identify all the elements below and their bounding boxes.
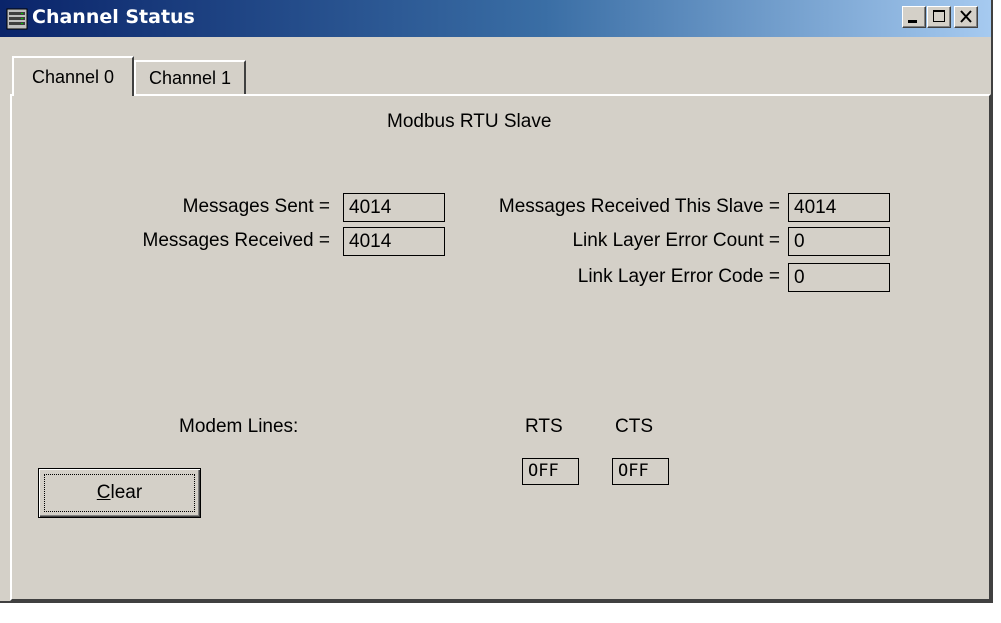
window-title: Channel Status (32, 6, 195, 28)
messages-sent-label: Messages Sent = (182, 196, 330, 217)
tab-channel-0[interactable]: Channel 0 (12, 56, 134, 96)
cts-status: OFF (612, 458, 669, 485)
maximize-icon (933, 10, 945, 22)
protocol-heading: Modbus RTU Slave (387, 111, 552, 132)
received-this-slave-field: 4014 (788, 193, 890, 222)
link-error-code-label: Link Layer Error Code = (577, 266, 780, 287)
link-error-count-field: 0 (788, 227, 890, 256)
received-this-slave-label: Messages Received This Slave = (498, 196, 780, 217)
rts-status: OFF (522, 458, 579, 485)
rts-label: RTS (525, 416, 563, 437)
tab-channel-1[interactable]: Channel 1 (134, 60, 246, 94)
clear-button-label: Clear (96, 482, 143, 503)
cts-label: CTS (615, 416, 653, 437)
clear-button[interactable]: Clear (38, 468, 201, 518)
close-button[interactable] (954, 6, 978, 28)
messages-received-label: Messages Received = (142, 230, 330, 251)
messages-received-field: 4014 (343, 227, 445, 256)
messages-sent-field: 4014 (343, 193, 445, 222)
network-device-icon (6, 8, 28, 30)
minimize-icon (908, 20, 917, 23)
channel-0-panel: Modbus RTU Slave Messages Sent = 4014 Me… (10, 94, 991, 601)
tab-label: Channel 0 (31, 66, 115, 87)
minimize-button[interactable] (902, 6, 926, 28)
link-error-count-label: Link Layer Error Count = (572, 230, 780, 251)
tab-label: Channel 1 (148, 67, 232, 88)
modem-lines-label: Modem Lines: (179, 416, 299, 437)
channel-status-window: Channel Status Channel 0 Channel 1 Modbu… (0, 0, 993, 603)
link-error-code-field: 0 (788, 263, 890, 292)
close-icon (960, 10, 972, 23)
maximize-button[interactable] (927, 6, 951, 28)
clear-button-focus: Clear (44, 474, 195, 512)
title-bar[interactable]: Channel Status (0, 0, 991, 37)
